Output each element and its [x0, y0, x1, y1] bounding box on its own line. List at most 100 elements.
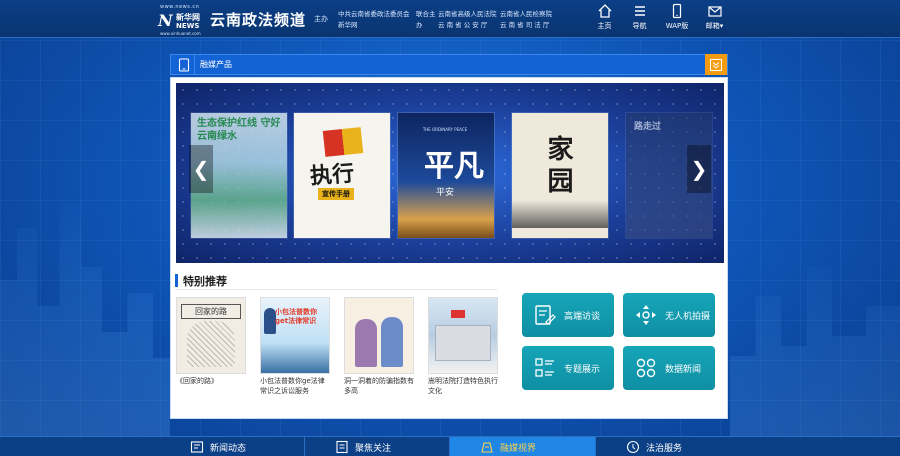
- recommend-thumbnail[interactable]: 小包法普数你get法律常识: [260, 297, 330, 374]
- section-bar: 融媒产品: [170, 54, 728, 75]
- cover-english-title: THE ORDINARY PEACE: [422, 127, 468, 132]
- co-sponsor-label: 联合主办: [416, 10, 436, 29]
- feature-interview-button[interactable]: 高端访谈: [522, 293, 614, 337]
- news-icon: [190, 441, 204, 453]
- section-toggle-button[interactable]: [705, 54, 727, 75]
- nav-home[interactable]: 主页: [587, 3, 622, 31]
- main-panel: 生态保护红线 守好云南绿水 执行 宣传手册 THE ORDINARY PEACE…: [170, 77, 728, 419]
- tab-label: 法治服务: [646, 443, 683, 454]
- media-icon: [481, 442, 493, 453]
- thumb-figure: [355, 319, 377, 367]
- menu-icon: [634, 6, 645, 16]
- co-sponsor-item: 云 南 省 司 法 厅: [500, 21, 550, 29]
- sponsor-label: 主办: [314, 15, 328, 23]
- cover-subtitle: 平安: [436, 188, 455, 198]
- recommend-accent-bar: [175, 274, 178, 287]
- logo-n-mark: N: [158, 11, 173, 30]
- site-header: www.news.cn N 新华网 NEWS www.xinhuanet.com…: [0, 0, 900, 38]
- site-title[interactable]: 云南政法频道: [210, 9, 306, 30]
- co-sponsor-item: 云 南 省 公 安 厅: [438, 21, 488, 29]
- tab-media[interactable]: 融媒视界: [450, 437, 595, 456]
- recommend-thumbnail[interactable]: [344, 297, 414, 374]
- cover-title: 平凡: [424, 149, 484, 184]
- logo-brand-en: NEWS: [176, 22, 200, 30]
- feature-label: 专题展示: [564, 364, 601, 375]
- feature-data-news-button[interactable]: 数据新闻: [623, 346, 715, 390]
- nav-guide[interactable]: 导航: [622, 3, 657, 31]
- cover-title: 家园: [543, 135, 573, 199]
- nav-wap[interactable]: WAP版: [657, 3, 697, 31]
- cover-ink-landscape: [512, 200, 608, 228]
- co-sponsor-item: 云南省人民检察院: [500, 10, 552, 18]
- recommend-header: 特别推荐: [175, 272, 497, 290]
- nav-guide-label: 导航: [632, 22, 647, 30]
- recommend-thumbnail[interactable]: [428, 297, 498, 374]
- sponsor-list: 中共云南省委政法委员会 新华网: [338, 9, 410, 31]
- carousel-prev-button[interactable]: ❮: [189, 145, 213, 193]
- recommend-card[interactable]: 回家的路 《回家的路》: [176, 297, 246, 396]
- data-icon: [633, 355, 659, 381]
- recommend-caption[interactable]: 《回家的路》: [176, 376, 246, 386]
- recommend-card[interactable]: 洞一洞着的防骗指数有多高: [344, 297, 414, 396]
- mail-icon: [707, 6, 722, 17]
- recommend-caption[interactable]: 嵩明法院打造特色执行文化: [428, 376, 498, 396]
- nav-home-label: 主页: [597, 22, 612, 30]
- recommend-thumbnail[interactable]: 回家的路: [176, 297, 246, 374]
- carousel-cover-3[interactable]: THE ORDINARY PEACE 平凡 平安: [398, 113, 494, 238]
- tab-news[interactable]: 新闻动态: [160, 437, 305, 456]
- co-sponsor-item: 云南省高级人民法院: [438, 10, 497, 18]
- carousel-cover-4[interactable]: 家园: [512, 113, 608, 238]
- thumb-flag: [451, 310, 465, 318]
- list-icon: [532, 355, 558, 381]
- top-nav: 主页 导航 WAP版 邮箱▾: [587, 3, 732, 31]
- sponsor-item: 新华网: [338, 21, 358, 29]
- feature-topics-button[interactable]: 专题展示: [522, 346, 614, 390]
- recommend-card[interactable]: 小包法普数你get法律常识 小包法普数你ge法律常识之诉讼服务: [260, 297, 330, 396]
- feature-drone-button[interactable]: 无人机拍摄: [623, 293, 715, 337]
- media-carousel[interactable]: 生态保护红线 守好云南绿水 执行 宣传手册 THE ORDINARY PEACE…: [176, 83, 724, 263]
- thumb-title: 回家的路: [181, 304, 241, 319]
- service-icon: [626, 440, 640, 454]
- section-title: 融媒产品: [200, 60, 232, 69]
- logo-url-bottom: www.xinhuanet.com: [160, 31, 201, 36]
- mobile-icon: [672, 3, 682, 19]
- nav-mail-label: 邮箱▾: [705, 22, 724, 30]
- logo-url-top: www.news.cn: [160, 4, 200, 10]
- tab-focus[interactable]: 聚焦关注: [305, 437, 450, 456]
- carousel-cover-2[interactable]: 执行 宣传手册: [294, 113, 390, 238]
- home-icon: [598, 4, 611, 18]
- interview-icon: [532, 302, 558, 328]
- feature-label: 数据新闻: [665, 364, 702, 375]
- bottom-tab-bar: 新闻动态 聚焦关注 融媒视界 法治服务: [0, 436, 900, 456]
- cover-scales-graphic: [322, 127, 364, 157]
- tablet-icon: [173, 55, 195, 74]
- thumb-building: [435, 325, 491, 361]
- xinhua-logo[interactable]: www.news.cn N 新华网 NEWS www.xinhuanet.com: [158, 4, 204, 36]
- focus-icon: [336, 440, 348, 454]
- tab-legal-service[interactable]: 法治服务: [595, 437, 740, 456]
- thumb-illustration: [187, 321, 235, 367]
- tab-label: 聚焦关注: [355, 443, 392, 454]
- recommend-title: 特别推荐: [183, 275, 227, 288]
- feature-label: 高端访谈: [564, 311, 601, 322]
- drone-icon: [633, 302, 659, 328]
- recommend-card[interactable]: 嵩明法院打造特色执行文化: [428, 297, 498, 396]
- nav-wap-label: WAP版: [665, 22, 689, 30]
- cover-title: 生态保护红线 守好云南绿水: [197, 118, 281, 142]
- cover-subtitle: 宣传手册: [318, 188, 354, 200]
- chevron-down-icon: [710, 58, 722, 71]
- recommend-caption[interactable]: 小包法普数你ge法律常识之诉讼服务: [260, 376, 330, 396]
- cover-title: 执行: [309, 160, 356, 190]
- recommend-list: 回家的路 《回家的路》 小包法普数你get法律常识 小包法普数你ge法律常识之诉…: [176, 297, 498, 396]
- tab-label: 新闻动态: [210, 443, 247, 454]
- sponsor-item: 中共云南省委政法委员会: [338, 10, 410, 18]
- thumb-title: 小包法普数你get法律常识: [275, 308, 317, 325]
- feature-label: 无人机拍摄: [665, 311, 711, 322]
- recommend-caption[interactable]: 洞一洞着的防骗指数有多高: [344, 376, 414, 396]
- co-sponsor-list: 云南省高级人民法院 云南省人民检察院 云 南 省 公 安 厅 云 南 省 司 法…: [438, 9, 570, 31]
- thumb-figure: [381, 317, 403, 367]
- tab-label: 融媒视界: [500, 443, 537, 454]
- nav-mail[interactable]: 邮箱▾: [697, 3, 732, 31]
- carousel-next-button[interactable]: ❯: [687, 145, 711, 193]
- cover-title: 路走过: [634, 122, 662, 132]
